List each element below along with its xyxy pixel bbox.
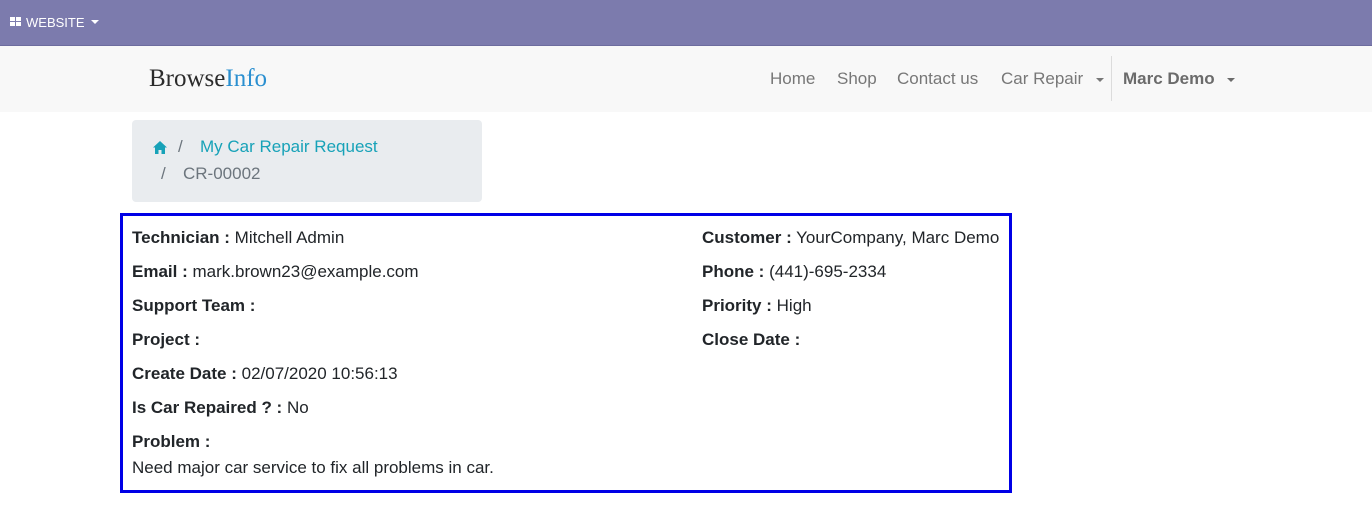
email-field: Email : mark.brown23@example.com	[132, 261, 419, 283]
is-car-repaired-field: Is Car Repaired ? : No	[132, 397, 309, 419]
main-navbar: BrowseInfo Home Shop Contact us Car Repa…	[0, 46, 1372, 112]
top-admin-bar: WEBSITE	[0, 0, 1372, 46]
nav-home[interactable]: Home	[770, 68, 815, 90]
customer-field: Customer : YourCompany, Marc Demo	[702, 227, 999, 249]
breadcrumb-current: CR-00002	[183, 164, 261, 183]
priority-label: Priority :	[702, 296, 772, 315]
breadcrumb-link-my-car-repair-request[interactable]: My Car Repair Request	[200, 136, 378, 158]
nav-car-repair[interactable]: Car Repair	[1001, 68, 1104, 90]
home-icon[interactable]	[152, 140, 168, 155]
nav-car-repair-label: Car Repair	[1001, 69, 1084, 88]
nav-shop[interactable]: Shop	[837, 68, 877, 90]
project-field: Project :	[132, 329, 200, 351]
create-date-label: Create Date :	[132, 364, 237, 383]
priority-field: Priority : High	[702, 295, 812, 317]
problem-label-row: Problem :	[132, 431, 210, 453]
phone-field: Phone : (441)-695-2334	[702, 261, 886, 283]
repair-request-details: Technician : Mitchell Admin Email : mark…	[120, 213, 1012, 493]
website-menu[interactable]: WEBSITE	[10, 13, 99, 31]
brand-logo[interactable]: BrowseInfo	[149, 64, 267, 94]
close-date-label: Close Date :	[702, 330, 801, 349]
technician-value: Mitchell Admin	[234, 228, 345, 247]
is-car-repaired-label: Is Car Repaired ? :	[132, 398, 283, 417]
grid-icon	[10, 17, 22, 27]
phone-value: (441)-695-2334	[769, 262, 887, 281]
technician-field: Technician : Mitchell Admin	[132, 227, 344, 249]
nav-contact-us[interactable]: Contact us	[897, 68, 978, 90]
is-car-repaired-value: No	[286, 398, 309, 417]
technician-label: Technician :	[132, 228, 230, 247]
customer-label: Customer :	[702, 228, 792, 247]
create-date-value: 02/07/2020 10:56:13	[241, 364, 398, 383]
phone-label: Phone :	[702, 262, 765, 281]
caret-down-icon	[1095, 77, 1104, 82]
project-label: Project :	[132, 330, 201, 349]
support-team-field: Support Team :	[132, 295, 255, 317]
customer-value: YourCompany, Marc Demo	[796, 228, 1000, 247]
breadcrumb-separator: /	[178, 137, 183, 156]
create-date-field: Create Date : 02/07/2020 10:56:13	[132, 363, 398, 385]
support-team-label: Support Team :	[132, 296, 256, 315]
breadcrumb-separator: /	[161, 164, 166, 183]
user-menu-label: Marc Demo	[1123, 69, 1215, 88]
problem-value: Need major car service to fix all proble…	[132, 458, 494, 477]
website-menu-label: WEBSITE	[26, 14, 85, 30]
email-label: Email :	[132, 262, 188, 281]
email-value: mark.brown23@example.com	[192, 262, 419, 281]
caret-down-icon	[1227, 77, 1236, 82]
problem-label: Problem :	[132, 432, 211, 451]
close-date-field: Close Date :	[702, 329, 800, 351]
user-menu[interactable]: Marc Demo	[1123, 68, 1236, 90]
nav-divider	[1111, 56, 1112, 101]
priority-value: High	[776, 296, 812, 315]
breadcrumb: / My Car Repair Request / CR-00002	[132, 120, 482, 202]
caret-down-icon	[90, 20, 99, 24]
